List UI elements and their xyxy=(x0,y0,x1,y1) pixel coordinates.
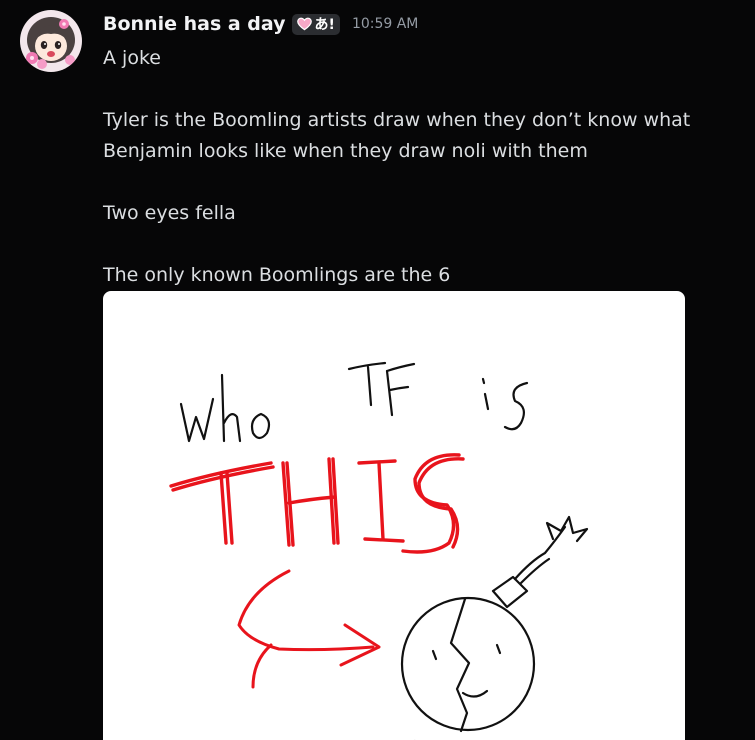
message-line: Benjamin looks like when they draw noli … xyxy=(103,140,588,162)
heart-icon xyxy=(296,17,312,31)
handwriting-this xyxy=(169,453,465,554)
message-line: A joke xyxy=(103,47,161,69)
avatar-image xyxy=(20,10,82,72)
username[interactable]: Bonnie has a day xyxy=(103,13,286,35)
drawing-image xyxy=(169,361,589,740)
chat-message: Bonnie has a day あ! 10:59 AM A joke Tyle… xyxy=(0,0,755,740)
user-avatar[interactable] xyxy=(20,10,82,72)
message-line: Tyler is the Boomling artists draw when … xyxy=(103,109,691,131)
red-arrow xyxy=(237,569,381,689)
message-line: Two eyes fella xyxy=(103,202,236,224)
message-content: A joke Tyler is the Boomling artists dra… xyxy=(103,43,743,291)
handwriting-who-tf-is xyxy=(179,361,529,443)
server-tag[interactable]: あ! xyxy=(291,13,340,35)
server-tag-text: あ! xyxy=(314,17,335,33)
message-header: Bonnie has a day あ! 10:59 AM xyxy=(103,11,418,37)
message-line: The only known Boomlings are the 6 xyxy=(103,264,451,286)
image-attachment[interactable] xyxy=(103,291,685,740)
message-timestamp: 10:59 AM xyxy=(351,16,419,32)
